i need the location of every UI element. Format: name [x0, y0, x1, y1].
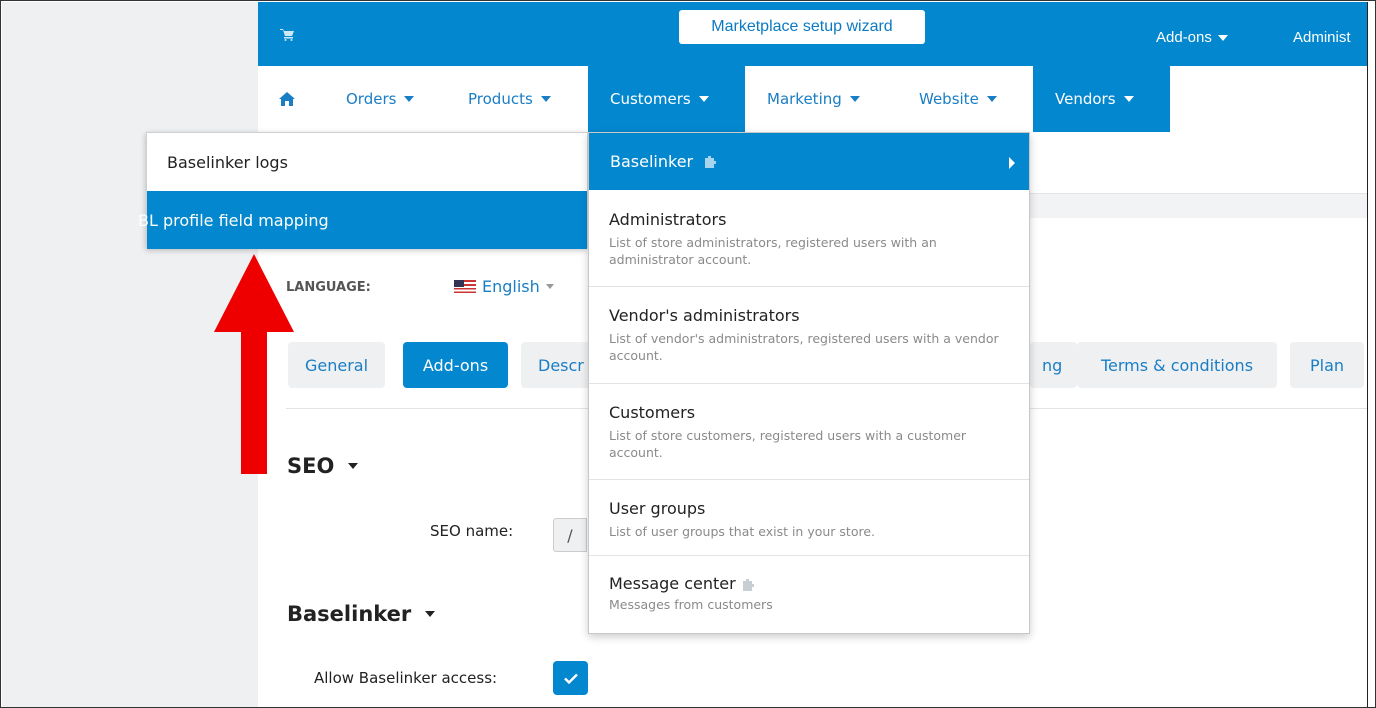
- dropdown-item-title: Customers: [609, 403, 696, 422]
- us-flag-icon: [454, 280, 476, 293]
- chevron-down-icon: [425, 611, 436, 617]
- right-edge: [1367, 2, 1375, 707]
- nav-orders-label: Orders: [346, 90, 397, 108]
- seo-name-prefix: /: [553, 518, 587, 552]
- tab-plan[interactable]: Plan: [1290, 342, 1364, 388]
- main-nav: Orders Products Customers Marketing Webs…: [258, 66, 1367, 132]
- nav-vendors-label: Vendors: [1055, 90, 1116, 108]
- seo-heading: SEO: [287, 454, 335, 478]
- home-link[interactable]: [279, 66, 295, 132]
- nav-orders[interactable]: Orders: [346, 66, 415, 132]
- baselinker-heading: Baselinker: [287, 602, 412, 626]
- submenu-item-label: Baselinker logs: [167, 152, 288, 172]
- allow-baselinker-access-label: Allow Baselinker access:: [314, 669, 498, 687]
- submenu-item-bl-profile-field-mapping[interactable]: BL profile field mapping: [138, 191, 587, 249]
- dropdown-item-title-text: Message center: [609, 574, 736, 593]
- chevron-right-icon: [1009, 157, 1015, 169]
- puzzle-icon: [742, 578, 754, 591]
- tab-terms-conditions[interactable]: Terms & conditions: [1077, 342, 1277, 388]
- cart-icon[interactable]: [280, 29, 294, 41]
- language-value: English: [482, 277, 540, 296]
- chevron-down-icon: [1217, 34, 1228, 41]
- chevron-down-icon: [404, 96, 415, 102]
- tab-general[interactable]: General: [288, 342, 385, 388]
- nav-marketing[interactable]: Marketing: [767, 66, 860, 132]
- dropdown-item-title: Administrators: [609, 210, 727, 229]
- language-selector[interactable]: English: [454, 277, 554, 296]
- nav-customers-label: Customers: [610, 90, 691, 108]
- addons-label: Add-ons: [1156, 29, 1212, 46]
- nav-customers[interactable]: Customers: [588, 66, 745, 132]
- nav-website-label: Website: [919, 90, 979, 108]
- nav-products-label: Products: [468, 90, 533, 108]
- dropdown-item-title: Vendor's administrators: [609, 306, 800, 325]
- nav-products[interactable]: Products: [468, 66, 551, 132]
- submenu-item-label: BL profile field mapping: [138, 210, 329, 230]
- tab-description[interactable]: Descr: [521, 342, 591, 388]
- dropdown-item-desc: List of store customers, registered user…: [609, 428, 967, 460]
- dropdown-item-desc: List of store administrators, registered…: [609, 235, 937, 267]
- nav-marketing-label: Marketing: [767, 90, 842, 108]
- submenu-item-baselinker-logs[interactable]: Baselinker logs: [147, 133, 587, 191]
- screenshot-frame: Marketplace setup wizard Add-ons Adminis…: [0, 0, 1376, 708]
- dropdown-item-user-groups[interactable]: User groups List of user groups that exi…: [589, 479, 1029, 555]
- check-icon: [563, 673, 578, 684]
- nav-website[interactable]: Website: [919, 66, 997, 132]
- dropdown-item-desc: List of user groups that exist in your s…: [609, 524, 875, 539]
- marketplace-setup-wizard-button[interactable]: Marketplace setup wizard: [679, 10, 925, 44]
- top-bar: Marketplace setup wizard Add-ons Adminis…: [258, 2, 1367, 66]
- annotation-arrow-icon: [214, 254, 294, 474]
- dropdown-item-baselinker[interactable]: Baselinker: [589, 133, 1029, 190]
- dropdown-item-administrators[interactable]: Administrators List of store administrat…: [589, 190, 1029, 286]
- dropdown-item-label: Baselinker: [610, 152, 694, 171]
- nav-vendors[interactable]: Vendors: [1033, 66, 1170, 132]
- allow-baselinker-access-checkbox[interactable]: [553, 661, 588, 695]
- dropdown-item-message-center[interactable]: Message center Messages from customers: [589, 555, 1029, 633]
- dropdown-item-title: Message center: [609, 574, 1009, 593]
- baselinker-submenu: Baselinker logs BL profile field mapping: [138, 132, 588, 249]
- dropdown-item-desc: List of vendor's administrators, registe…: [609, 331, 999, 363]
- chevron-down-icon: [849, 96, 860, 102]
- language-label: LANGUAGE:: [286, 280, 371, 295]
- seo-name-label: SEO name:: [430, 522, 514, 540]
- chevron-down-icon: [540, 96, 551, 102]
- dropdown-item-vendor-administrators[interactable]: Vendor's administrators List of vendor's…: [589, 286, 1029, 383]
- tab-partial[interactable]: ng: [1030, 342, 1077, 388]
- dropdown-item-title: User groups: [609, 499, 706, 518]
- puzzle-icon: [705, 155, 717, 168]
- customers-dropdown: Baselinker Administrators List of store …: [588, 132, 1030, 634]
- dropdown-item-customers[interactable]: Customers List of store customers, regis…: [589, 383, 1029, 479]
- addons-menu[interactable]: Add-ons: [1156, 29, 1228, 46]
- baselinker-section-toggle[interactable]: Baselinker: [287, 602, 436, 626]
- seo-section-toggle[interactable]: SEO: [287, 454, 359, 478]
- chevron-down-icon: [545, 284, 554, 289]
- tab-addons[interactable]: Add-ons: [403, 342, 508, 388]
- administration-menu[interactable]: Administ: [1293, 29, 1351, 46]
- chevron-down-icon: [986, 96, 997, 102]
- chevron-down-icon: [348, 463, 359, 469]
- home-icon: [279, 92, 295, 106]
- chevron-down-icon: [698, 96, 709, 102]
- dropdown-item-desc: Messages from customers: [609, 597, 773, 612]
- chevron-down-icon: [1123, 96, 1134, 102]
